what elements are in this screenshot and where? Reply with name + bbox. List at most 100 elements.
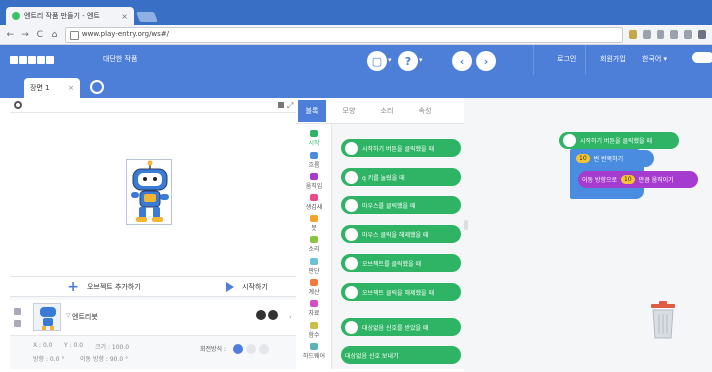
- stage-settings-icon[interactable]: [14, 101, 22, 109]
- stage-header: ⤢: [10, 98, 296, 112]
- start-label: 시작하기: [242, 282, 268, 291]
- block-when-signal-received[interactable]: 대상없음 신호를 받았을 때: [341, 318, 461, 336]
- mode-toggle[interactable]: [692, 52, 712, 63]
- help-icon[interactable]: ?: [398, 51, 418, 71]
- tab-properties[interactable]: 속성: [410, 100, 440, 122]
- chevron-down-icon[interactable]: ▾: [419, 56, 423, 64]
- extension-icon-1[interactable]: [642, 30, 651, 39]
- ws-block-when-start[interactable]: 시작하기 버튼을 클릭했을 때: [559, 132, 679, 149]
- tab-close-icon[interactable]: ×: [121, 12, 128, 21]
- motion-category-icon: [310, 173, 318, 180]
- add-object-label: 오브젝트 추가하기: [86, 282, 141, 291]
- home-icon[interactable]: ⌂: [50, 30, 59, 40]
- reload-icon[interactable]: C: [35, 30, 44, 40]
- entrybot-sprite[interactable]: [126, 159, 172, 225]
- rotation-mode-options: [233, 344, 269, 354]
- header-divider: [533, 45, 534, 75]
- category-function[interactable]: 함수: [296, 322, 332, 339]
- back-arrow-icon[interactable]: ←: [6, 30, 15, 40]
- new-tab-button[interactable]: [136, 12, 158, 22]
- expand-chevron-icon[interactable]: ▽: [66, 312, 71, 319]
- login-link[interactable]: 로그인: [557, 54, 576, 64]
- repeat-count-input[interactable]: 10: [576, 154, 590, 163]
- flow-category-icon: [310, 152, 318, 159]
- menu-icon[interactable]: [698, 30, 706, 39]
- rotation-mode-label: 회전방식 :: [200, 346, 227, 353]
- new-project-icon[interactable]: ▢: [367, 51, 387, 71]
- category-judge[interactable]: 판단: [296, 258, 332, 275]
- grid-icon[interactable]: [278, 102, 284, 108]
- category-start[interactable]: 시작: [296, 130, 332, 147]
- signup-link[interactable]: 회원가입: [600, 54, 626, 64]
- object-direction: 방향 : 0.0 °: [33, 356, 65, 363]
- stage-controls: + 오브젝트 추가하기 시작하기: [10, 277, 296, 297]
- entrybot-image: [131, 160, 169, 222]
- start-button[interactable]: 시작하기: [198, 277, 296, 296]
- rotation-none-option[interactable]: [259, 344, 269, 354]
- rotation-free-option[interactable]: [233, 344, 243, 354]
- data-category-icon: [310, 300, 318, 307]
- keyboard-icon: [345, 170, 358, 184]
- play-icon: [563, 134, 576, 147]
- start-category-icon: [310, 130, 318, 137]
- browser-tab-title: 엔트리 작품 만들기 - 엔트: [24, 12, 100, 20]
- block-send-signal[interactable]: 대상없음 신호 보내기: [341, 346, 461, 364]
- fullscreen-icon[interactable]: ⤢: [287, 101, 293, 111]
- category-calc[interactable]: 계산: [296, 279, 332, 296]
- url-field[interactable]: www.play-entry.org/ws#/: [64, 26, 623, 43]
- add-scene-button[interactable]: [90, 80, 104, 94]
- panel-resize-handle[interactable]: [464, 220, 468, 230]
- category-looks[interactable]: 생김새: [296, 194, 332, 211]
- play-icon: [345, 141, 358, 155]
- object-arrow-icon[interactable]: ›: [289, 313, 292, 321]
- chevron-down-icon[interactable]: ▾: [388, 56, 392, 64]
- category-brush[interactable]: 붓: [296, 215, 332, 232]
- block-when-object-released[interactable]: 오브젝트 클릭을 해제했을 때: [341, 283, 461, 301]
- visibility-icon[interactable]: [14, 320, 21, 327]
- ws-block-repeat[interactable]: 10 번 반복하기: [572, 150, 654, 167]
- redo-icon[interactable]: ›: [476, 51, 496, 71]
- category-motion[interactable]: 움직임: [296, 173, 332, 190]
- looks-category-icon: [310, 194, 318, 201]
- mouse-icon: [345, 285, 358, 299]
- browser-tab[interactable]: 엔트리 작품 만들기 - 엔트 ×: [6, 7, 134, 25]
- language-select[interactable]: 한국어 ▾: [642, 54, 667, 64]
- category-sound[interactable]: 소리: [296, 236, 332, 253]
- trash-icon[interactable]: [648, 300, 678, 340]
- move-amount-input[interactable]: 10: [621, 175, 635, 184]
- category-data[interactable]: 자료: [296, 300, 332, 317]
- object-y: Y : 0.0: [64, 342, 84, 349]
- tab-sounds[interactable]: 소리: [372, 100, 402, 122]
- scene-close-icon[interactable]: ×: [68, 84, 74, 92]
- extension-icon-3[interactable]: [670, 30, 679, 39]
- undo-icon[interactable]: ‹: [452, 51, 472, 71]
- star-icon[interactable]: [628, 30, 637, 39]
- extension-icon-2[interactable]: [656, 30, 665, 39]
- block-when-mouse-clicked[interactable]: 마우스를 클릭했을 때: [341, 196, 461, 214]
- entry-logo[interactable]: [10, 56, 54, 64]
- lock-icon[interactable]: [14, 308, 21, 315]
- category-hardware[interactable]: 하드웨어: [296, 343, 332, 360]
- project-name[interactable]: 대단한 작품: [103, 54, 137, 64]
- address-toolbar: ← → C ⌂ www.play-entry.org/ws#/: [0, 25, 712, 45]
- copy-object-icon[interactable]: [256, 310, 266, 320]
- delete-object-icon[interactable]: [268, 310, 278, 320]
- block-when-object-clicked[interactable]: 오브젝트를 클릭했을 때: [341, 254, 461, 272]
- tab-blocks[interactable]: 블록: [298, 100, 326, 122]
- mouse-icon: [345, 256, 358, 270]
- rotation-horizontal-option[interactable]: [246, 344, 256, 354]
- object-name[interactable]: 엔트리봇: [72, 312, 98, 322]
- ws-block-move-direction[interactable]: 이동 방향으로 10 만큼 움직이기: [578, 171, 698, 188]
- forward-arrow-icon[interactable]: →: [21, 30, 30, 40]
- extension-icon-4[interactable]: [684, 30, 693, 39]
- tab-scene-1[interactable]: 장면 1 ×: [24, 78, 80, 98]
- block-when-key-pressed[interactable]: q 키를 눌렀을 때: [341, 168, 461, 186]
- add-object-button[interactable]: + 오브젝트 추가하기: [10, 277, 198, 296]
- object-tools: [256, 310, 278, 320]
- block-when-start-clicked[interactable]: 시작하기 버튼을 클릭했을 때: [341, 139, 461, 157]
- tab-shapes[interactable]: 모양: [334, 100, 364, 122]
- entry-favicon-icon: [12, 12, 20, 20]
- category-flow[interactable]: 흐름: [296, 152, 332, 169]
- block-when-mouse-released[interactable]: 마우스 클릭을 해제했을 때: [341, 225, 461, 243]
- sound-category-icon: [310, 236, 318, 243]
